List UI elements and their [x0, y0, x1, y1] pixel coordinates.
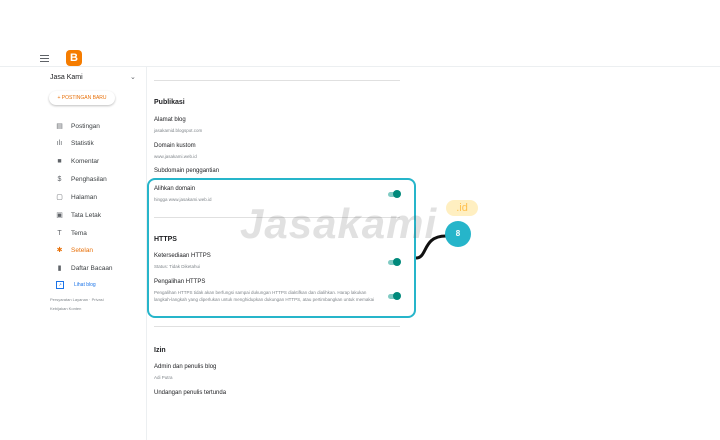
- custom-domain-label[interactable]: Domain kustom: [154, 143, 196, 149]
- admin-authors-label[interactable]: Admin dan penulis blog: [154, 364, 216, 370]
- theme-icon: T: [57, 230, 62, 237]
- sidebar-item-posts[interactable]: ▤ Postingan: [56, 123, 100, 130]
- footer-terms-privacy[interactable]: Persyaratan Layanan · Privasi: [50, 295, 104, 304]
- step-number-badge: 8: [445, 221, 471, 247]
- sidebar-item-label: Daftar Bacaan: [71, 265, 113, 272]
- stats-icon: ılı: [56, 140, 63, 147]
- blog-address-value: jasakamid.blogspot.com: [154, 128, 203, 133]
- sidebar-item-label: Statistik: [71, 140, 94, 147]
- earnings-icon: $: [57, 176, 62, 183]
- sidebar-item-label: Penghasilan: [71, 176, 107, 183]
- sidebar-item-label: Tema: [71, 230, 87, 237]
- sidebar-item-layout[interactable]: ▣ Tata Letak: [56, 212, 101, 219]
- view-blog-link[interactable]: ↗ Lihat blog: [56, 281, 96, 289]
- sidebar-item-label: Postingan: [71, 123, 100, 130]
- fallback-subdomain-label[interactable]: Subdomain penggantian: [154, 168, 219, 174]
- open-external-icon: ↗: [56, 281, 64, 289]
- section-divider: [154, 326, 400, 327]
- custom-domain-value: www.jasakami.web.id: [154, 154, 197, 159]
- layout-icon: ▣: [56, 212, 63, 219]
- posts-icon: ▤: [56, 123, 63, 130]
- admin-authors-value: Adi Putra: [154, 375, 173, 380]
- footer-content-policy[interactable]: Kebijakan Konten: [50, 304, 104, 313]
- sidebar-item-label: Komentar: [71, 158, 100, 165]
- top-bar: B: [0, 0, 720, 67]
- sidebar-item-label: Halaman: [71, 194, 98, 201]
- sidebar-item-theme[interactable]: T Tema: [56, 230, 87, 237]
- view-blog-label: Lihat blog: [74, 282, 96, 288]
- watermark-suffix: .id: [446, 200, 478, 216]
- blogger-logo[interactable]: B: [66, 50, 82, 66]
- sidebar-item-earnings[interactable]: $ Penghasilan: [56, 176, 107, 183]
- highlight-box: [147, 178, 416, 318]
- watermark-logo: Jasakami: [240, 200, 438, 247]
- footer-links: Persyaratan Layanan · Privasi Kebijakan …: [50, 295, 104, 313]
- new-post-button[interactable]: + POSTINGAN BARU: [49, 91, 115, 105]
- sidebar-item-pages[interactable]: ▢ Halaman: [56, 194, 97, 201]
- chevron-down-icon[interactable]: ⌄: [130, 73, 136, 81]
- section-title-izin: Izin: [154, 347, 166, 354]
- pending-invites-label[interactable]: Undangan penulis tertunda: [154, 390, 226, 396]
- section-title-publikasi: Publikasi: [154, 99, 185, 106]
- comments-icon: ■: [57, 158, 62, 165]
- sidebar-item-reading-list[interactable]: ▮ Daftar Bacaan: [56, 265, 113, 272]
- blog-address-label[interactable]: Alamat blog: [154, 117, 186, 123]
- pages-icon: ▢: [56, 194, 63, 201]
- sidebar-item-label: Tata Letak: [71, 212, 101, 219]
- menu-icon[interactable]: [40, 55, 49, 64]
- sidebar-item-stats[interactable]: ılı Statistik: [56, 140, 94, 147]
- blog-selector[interactable]: Jasa Kami: [50, 74, 83, 81]
- reading-list-icon: ▮: [57, 265, 62, 272]
- sidebar-item-label: Setelan: [71, 247, 94, 254]
- section-divider: [154, 80, 400, 81]
- sidebar-item-settings[interactable]: ✱ Setelan: [56, 247, 93, 254]
- sidebar: Jasa Kami ⌄ + POSTINGAN BARU ▤ Postingan…: [40, 67, 147, 440]
- settings-icon: ✱: [56, 247, 63, 254]
- sidebar-item-comments[interactable]: ■ Komentar: [56, 158, 99, 165]
